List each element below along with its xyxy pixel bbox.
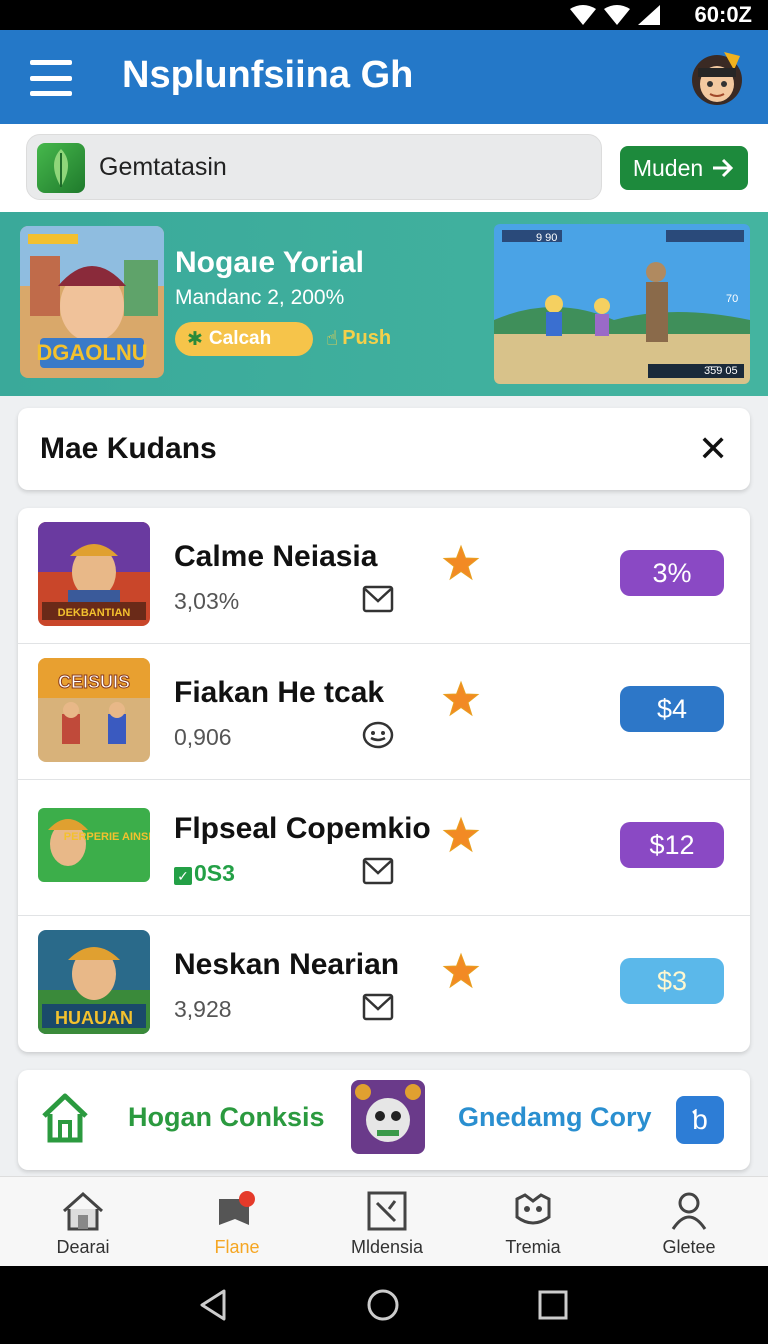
- arrow-right-icon: [713, 158, 734, 178]
- game-meta: ✓ 0S3: [174, 860, 235, 887]
- check-badge-icon: ✓: [174, 867, 192, 885]
- search-row: Gemtatasin Muden: [0, 124, 768, 212]
- hamburger-menu-icon[interactable]: [30, 60, 72, 96]
- section-header-card: Mae Kudans ✕: [18, 408, 750, 490]
- app-bar: Nsplunfsiina Gh: [0, 30, 768, 124]
- nav-label: Tremia: [505, 1237, 561, 1257]
- game-thumbnail: DEKBANTIAN: [38, 522, 150, 626]
- game-meta: 3,03%: [174, 588, 240, 614]
- hud-top: 9 90: [536, 232, 557, 244]
- bottom-navigation: Dearai Flane Mldensia Tremia Gletee: [0, 1176, 768, 1266]
- featured-game-art: DGAOLNU: [20, 226, 164, 378]
- featured-banner[interactable]: DGAOLNU Nogaıe Yorial Mandanc 2, 200% ✱ …: [0, 212, 768, 396]
- app-title: Nsplunfsiina Gh: [122, 54, 414, 96]
- back-icon[interactable]: [196, 1288, 230, 1322]
- game-name: Calme Neiasia: [174, 540, 378, 573]
- price-button[interactable]: $4: [620, 686, 724, 732]
- push-link[interactable]: ☝ Push: [326, 326, 391, 351]
- chart-icon: [367, 1191, 407, 1231]
- flag-icon: [219, 1191, 255, 1225]
- game-thumbnail: HUAUAN: [38, 930, 150, 1034]
- nav-label: Gletee: [662, 1237, 716, 1257]
- controller-icon: [515, 1193, 551, 1225]
- list-item[interactable]: HUAUAN Neskan Nearian 3,928 $3: [18, 916, 750, 1052]
- nav-label: Flane: [214, 1237, 260, 1257]
- leaf-icon: [37, 143, 85, 193]
- thumb-caption: HUAUAN: [55, 1008, 133, 1028]
- thumb-caption: CEISUIS: [58, 672, 130, 692]
- thumb-caption: PERPERIE AINSNU: [64, 831, 150, 843]
- gameplay-screenshot: 9 90 70 3̄5̄9 05: [494, 224, 750, 384]
- mail-icon[interactable]: [362, 584, 394, 614]
- avatar[interactable]: [688, 46, 746, 108]
- chip-label: Calcah: [208, 328, 272, 349]
- promo-left-link[interactable]: Hogan Conksis: [128, 1102, 325, 1133]
- promo-game-icon[interactable]: [351, 1080, 425, 1154]
- promo-card: Hogan Conksis Gnedamg Cory ƅ: [18, 1070, 750, 1170]
- game-name: Fiakan He tcak: [174, 676, 385, 709]
- list-item[interactable]: CEISUIS Fiakan He tcak 0,906 $4: [18, 644, 750, 780]
- search-value: Gemtatasin: [99, 153, 227, 181]
- nav-item-flane[interactable]: Flane: [160, 1177, 314, 1267]
- thumb-caption: DEKBANTIAN: [58, 607, 131, 619]
- nav-item-tremia[interactable]: Tremia: [456, 1177, 610, 1267]
- star-icon[interactable]: [442, 816, 480, 854]
- face-icon[interactable]: [362, 720, 394, 750]
- game-name: Flpseal Copemkio: [174, 812, 431, 845]
- home-icon[interactable]: [40, 1092, 90, 1144]
- search-go-label: Muden: [632, 154, 704, 181]
- game-meta-value: 0S3: [194, 860, 235, 886]
- nav-label: Mldensia: [350, 1237, 424, 1257]
- mail-icon[interactable]: [362, 856, 394, 886]
- game-list: DEKBANTIAN Calme Neiasia 3,03% 3% CEISUI…: [18, 508, 750, 1052]
- price-button[interactable]: $3: [620, 958, 724, 1004]
- section-title: Mae Kudans: [40, 432, 217, 465]
- home-button-icon[interactable]: [366, 1288, 400, 1322]
- nav-item-gletee[interactable]: Gletee: [612, 1177, 766, 1267]
- promo-action-button[interactable]: ƅ: [676, 1096, 724, 1144]
- banner-title: Nogaıe Yorial: [175, 246, 364, 279]
- game-thumbnail: CEISUIS: [38, 658, 150, 762]
- game-thumbnail: PERPERIE AINSNU: [38, 794, 150, 898]
- search-input[interactable]: Gemtatasin: [26, 134, 602, 200]
- calcah-chip[interactable]: ✱ Calcah: [175, 322, 313, 356]
- hand-icon: ☝: [326, 328, 339, 350]
- game-name: Neskan Nearian: [174, 948, 400, 981]
- recents-icon[interactable]: [536, 1288, 570, 1322]
- list-item[interactable]: PERPERIE AINSNU Flpseal Copemkio ✓0S3 $1…: [18, 780, 750, 916]
- price-button[interactable]: $12: [620, 822, 724, 868]
- featured-art-caption: DGAOLNU: [36, 340, 147, 365]
- push-label: Push: [342, 327, 392, 349]
- battery-icon: [638, 5, 660, 25]
- promo-right-link[interactable]: Gnedamg Cory: [458, 1102, 652, 1133]
- hud-bottom: 3̄5̄9 05: [704, 365, 738, 377]
- banner-subtitle: Mandanc 2, 200%: [175, 286, 345, 309]
- price-button[interactable]: 3%: [620, 550, 724, 596]
- mail-icon[interactable]: [362, 992, 394, 1022]
- status-icons: [570, 5, 660, 25]
- wifi-icon: [604, 5, 630, 25]
- signal-icon: [570, 5, 596, 25]
- profile-icon: [671, 1192, 707, 1230]
- game-meta: 3,928: [174, 996, 232, 1022]
- list-item[interactable]: DEKBANTIAN Calme Neiasia 3,03% 3%: [18, 508, 750, 644]
- status-bar: 60:0Z: [0, 0, 768, 30]
- hud-mid: 70: [726, 293, 738, 305]
- game-meta: 0,906: [174, 724, 232, 750]
- nav-label: Dearai: [56, 1237, 110, 1257]
- star-icon[interactable]: [442, 680, 480, 718]
- close-icon[interactable]: ✕: [698, 428, 728, 470]
- home-icon: [62, 1191, 104, 1231]
- chip-leaf-icon: ✱: [187, 328, 203, 350]
- nav-item-mldensia[interactable]: Mldensia: [310, 1177, 464, 1267]
- system-navigation: [0, 1266, 768, 1344]
- star-icon[interactable]: [442, 952, 480, 990]
- search-go-button[interactable]: Muden: [620, 146, 748, 190]
- star-icon[interactable]: [442, 544, 480, 582]
- status-time: 60:0Z: [694, 2, 752, 27]
- nav-item-dearai[interactable]: Dearai: [6, 1177, 160, 1267]
